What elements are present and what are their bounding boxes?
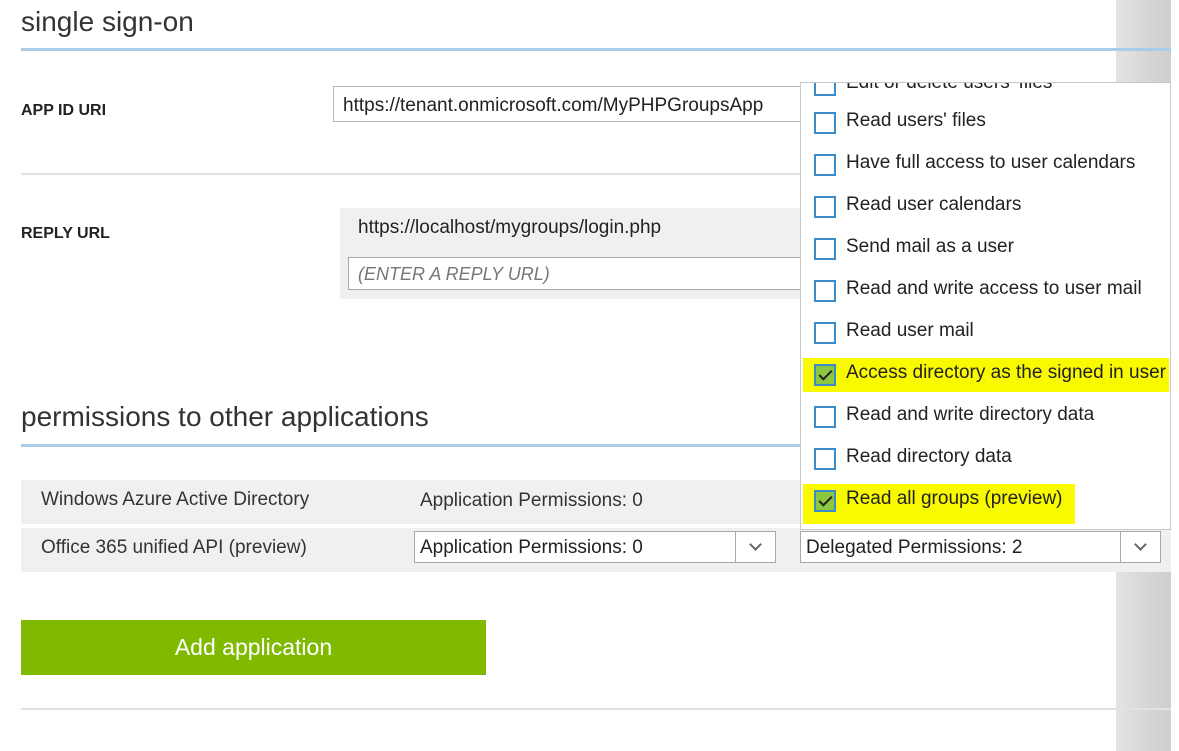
permission-option-label: Read and write access to user mail — [846, 278, 1142, 299]
section-title-permissions: permissions to other applications — [21, 401, 429, 432]
add-application-button[interactable]: Add application — [21, 620, 486, 675]
permission-option-label: Read user calendars — [846, 194, 1022, 215]
checkbox[interactable] — [814, 154, 836, 176]
permission-option[interactable]: Have full access to user calendars — [801, 144, 1170, 186]
reply-url-group: https://localhost/mygroups/login.php (EN… — [340, 208, 820, 299]
permission-row-office365: Office 365 unified API (preview) Applica… — [21, 528, 1171, 572]
permission-option-label: Have full access to user calendars — [846, 152, 1136, 173]
permission-app-name: Office 365 unified API (preview) — [41, 537, 307, 558]
permission-option-label: Read all groups (preview) — [846, 488, 1063, 509]
section-divider — [21, 48, 1171, 51]
application-permissions-value: Application Permissions: 0 — [420, 537, 643, 558]
chevron-down-icon[interactable] — [735, 532, 775, 562]
checkbox[interactable] — [814, 448, 836, 470]
permission-option[interactable]: Read users' files — [801, 102, 1170, 144]
permission-option-label: Read users' files — [846, 110, 986, 131]
checkbox[interactable] — [814, 490, 836, 512]
application-permissions-select[interactable]: Application Permissions: 0 — [414, 531, 776, 563]
section-divider — [21, 444, 811, 447]
section-title-sso: single sign-on — [21, 6, 194, 37]
permission-option[interactable]: Access directory as the signed in user — [801, 354, 1170, 396]
permission-option[interactable]: Read user calendars — [801, 186, 1170, 228]
permission-app-name: Windows Azure Active Directory — [41, 489, 310, 510]
permission-option-label: Read user mail — [846, 320, 974, 341]
permission-option-label: Access directory as the signed in user — [846, 362, 1166, 383]
reply-url-label: REPLY URL — [21, 225, 110, 242]
permission-option[interactable]: Read and write access to user mail — [801, 270, 1170, 312]
permission-option-label: Send mail as a user — [846, 236, 1014, 257]
permission-option[interactable]: Read all groups (preview) — [801, 480, 1170, 524]
application-permissions-label: Application Permissions: 0 — [420, 490, 643, 511]
app-id-uri-input[interactable]: https://tenant.onmicrosoft.com/MyPHPGrou… — [333, 86, 833, 122]
checkbox[interactable] — [814, 196, 836, 218]
reply-url-input[interactable]: (ENTER A REPLY URL) — [348, 257, 818, 290]
checkbox[interactable] — [814, 364, 836, 386]
permission-option[interactable]: Send mail as a user — [801, 228, 1170, 270]
checkbox[interactable] — [814, 280, 836, 302]
delegated-permissions-select[interactable]: Delegated Permissions: 2 — [800, 531, 1161, 563]
checkbox[interactable] — [814, 83, 836, 96]
chevron-down-icon[interactable] — [1120, 532, 1160, 562]
permission-option-label: Read directory data — [846, 446, 1012, 467]
delegated-permissions-dropdown[interactable]: Edit or delete users' files Read users' … — [800, 82, 1171, 530]
reply-url-value[interactable]: https://localhost/mygroups/login.php — [358, 217, 661, 239]
checkbox[interactable] — [814, 238, 836, 260]
permission-option[interactable] — [801, 522, 1170, 529]
permission-option-label: Read and write directory data — [846, 404, 1095, 425]
permission-option-label: Edit or delete users' files — [846, 82, 1053, 93]
checkbox[interactable] — [814, 406, 836, 428]
permission-option[interactable]: Read user mail — [801, 312, 1170, 354]
checkbox[interactable] — [814, 322, 836, 344]
checkbox[interactable] — [814, 112, 836, 134]
bottom-divider — [21, 708, 1171, 710]
field-divider — [21, 173, 811, 175]
permission-option[interactable]: Read directory data — [801, 438, 1170, 480]
delegated-permissions-value: Delegated Permissions: 2 — [806, 537, 1023, 558]
app-id-uri-label: APP ID URI — [21, 102, 107, 119]
permission-option[interactable]: Read and write directory data — [801, 396, 1170, 438]
